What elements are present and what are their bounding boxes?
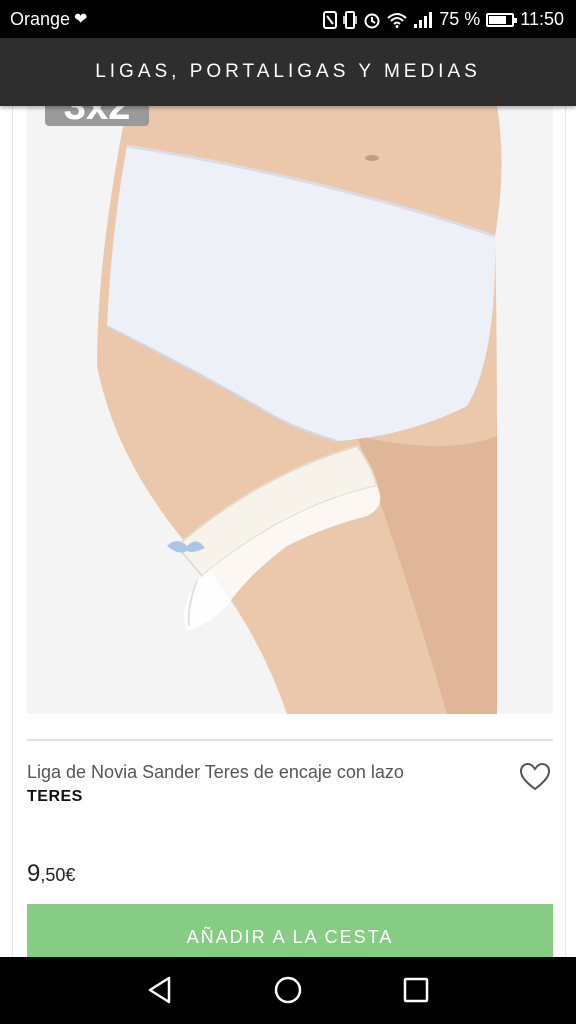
product-card[interactable]: 3x2 Liga de Novia Sander Teres de encaje… xyxy=(12,106,566,957)
recents-square-icon[interactable] xyxy=(401,975,431,1005)
navigation-bar xyxy=(0,957,576,1024)
add-to-cart-button[interactable]: AÑADIR A LA CESTA xyxy=(27,904,553,957)
heart-outline-icon[interactable] xyxy=(519,762,551,792)
promo-badge: 3x2 xyxy=(45,106,149,126)
back-triangle-icon[interactable] xyxy=(145,975,175,1005)
price-decimal: ,50€ xyxy=(40,865,76,885)
battery-icon xyxy=(486,12,518,27)
vibrate-icon xyxy=(343,10,357,29)
product-image[interactable] xyxy=(27,106,553,714)
alarm-icon xyxy=(364,13,380,28)
wifi-icon xyxy=(387,12,407,28)
status-icons: 75 % 11:50 xyxy=(323,9,564,30)
home-circle-icon[interactable] xyxy=(273,975,303,1005)
signal-icon xyxy=(414,11,433,28)
product-price: 9,50€ xyxy=(27,860,75,888)
heart-pulse-icon: ❤ xyxy=(74,11,88,28)
clock: 11:50 xyxy=(520,9,564,29)
product-brand: TERES xyxy=(27,788,83,805)
status-bar: Orange ❤ 75 % 11:50 xyxy=(0,0,576,38)
divider xyxy=(27,739,553,741)
category-header: LIGAS, PORTALIGAS Y MEDIAS xyxy=(0,38,576,106)
carrier-label: Orange xyxy=(10,9,71,29)
price-integer: 9 xyxy=(27,860,41,887)
battery-percentage: 75 % xyxy=(439,9,481,29)
page-title: LIGAS, PORTALIGAS Y MEDIAS xyxy=(95,61,481,82)
product-name[interactable]: Liga de Novia Sander Teres de encaje con… xyxy=(27,762,507,783)
nfc-icon xyxy=(323,10,338,29)
